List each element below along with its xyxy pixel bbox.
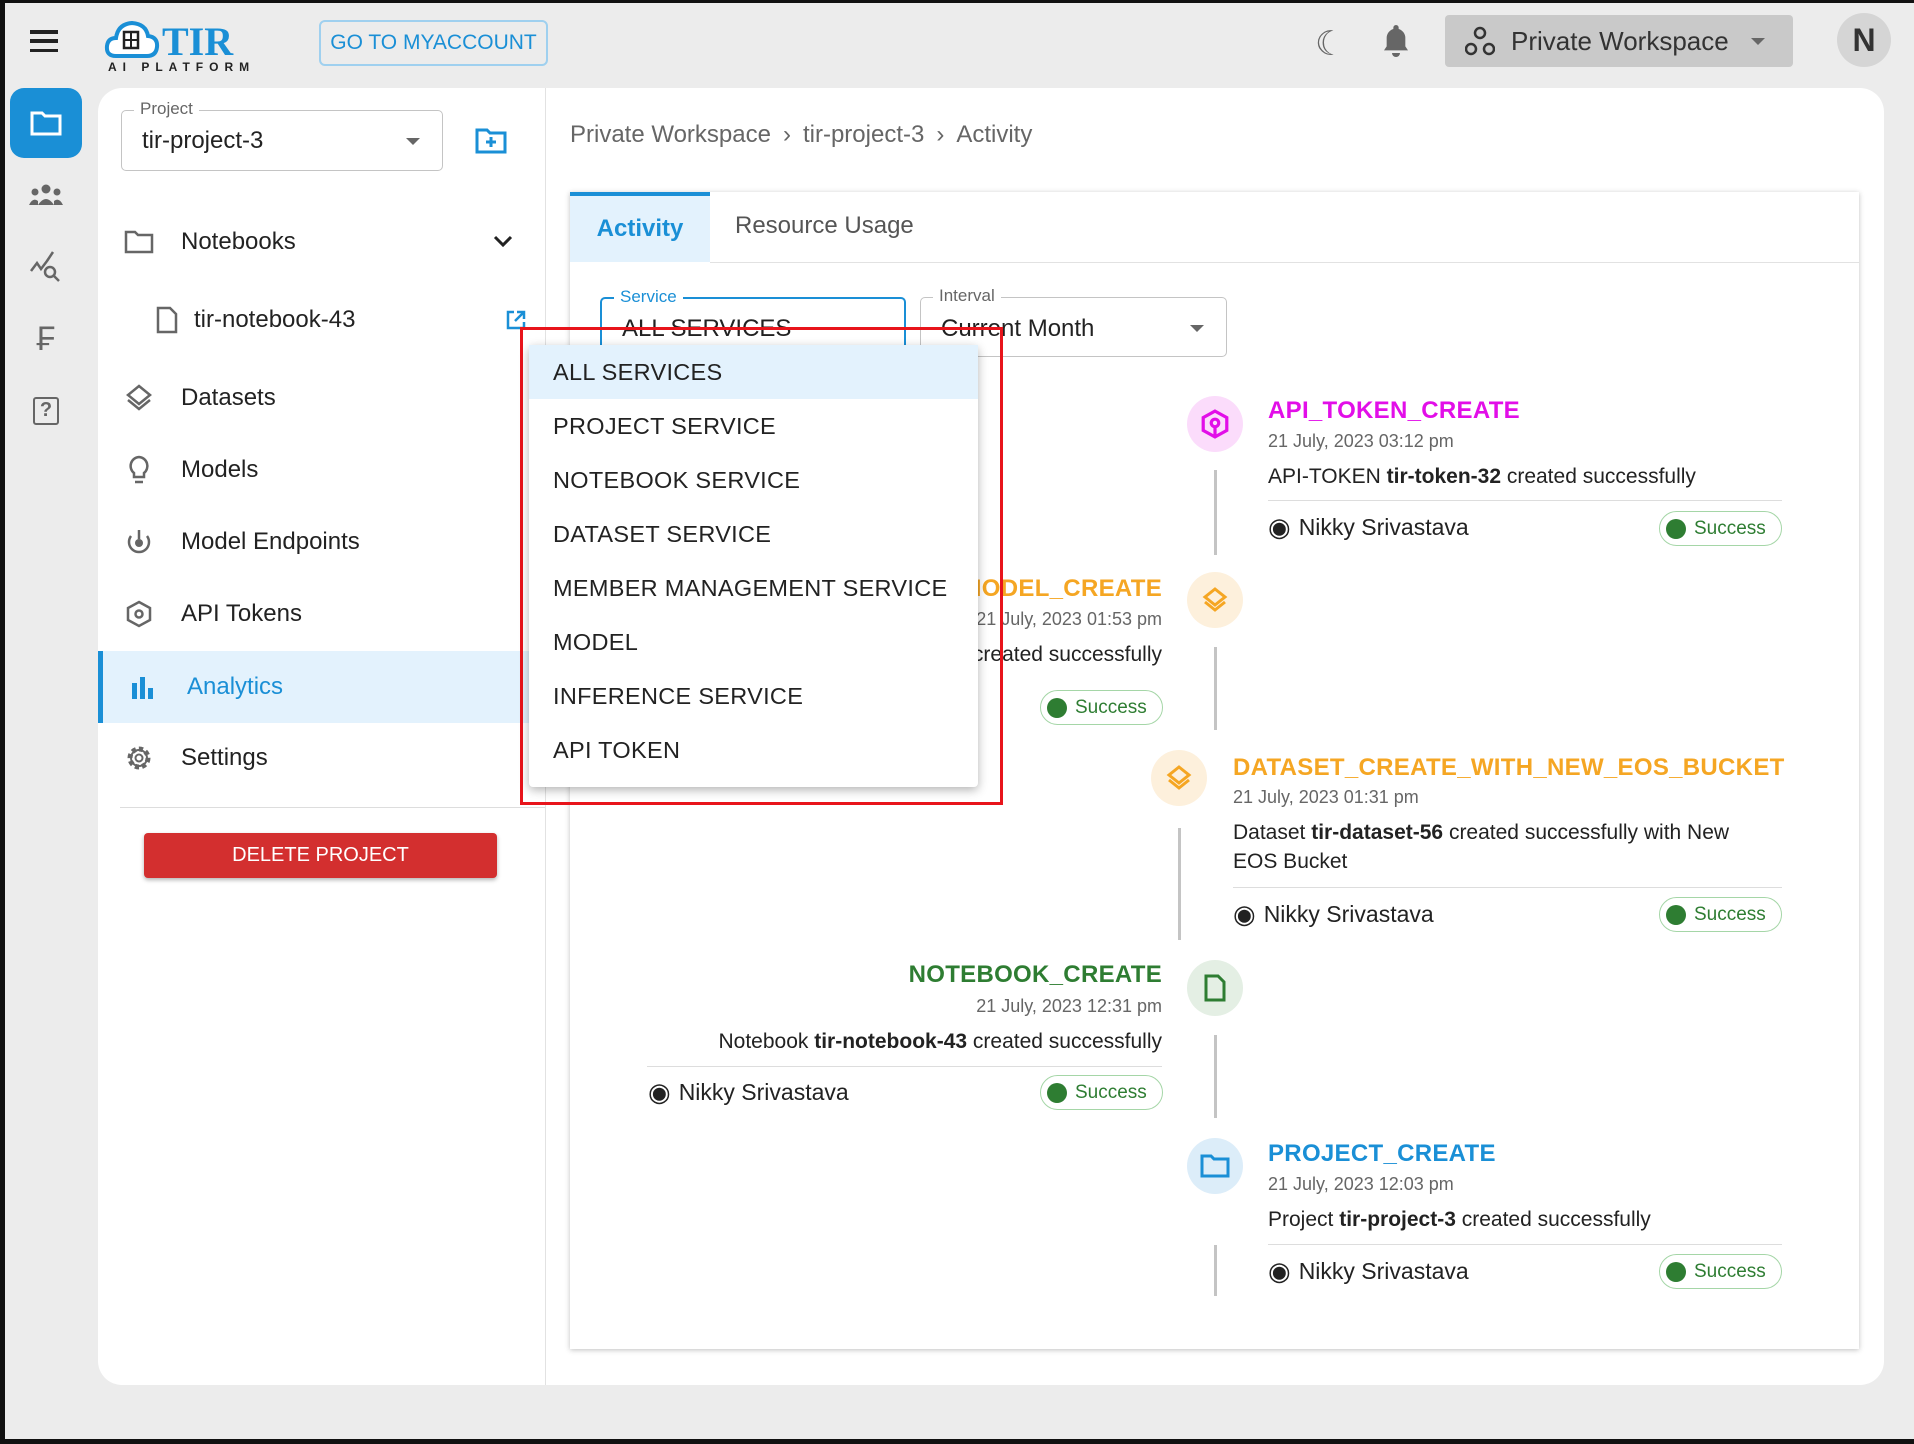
divider bbox=[1268, 1244, 1782, 1245]
activity-title: PROJECT_CREATE bbox=[1268, 1140, 1496, 1167]
sidebar-item-datasets[interactable]: Datasets bbox=[98, 362, 546, 434]
breadcrumb: Private Workspace › tir-project-3 › Activi… bbox=[570, 121, 1033, 149]
notebook-file-icon bbox=[1187, 960, 1243, 1016]
workspace-selector[interactable]: Private Workspace bbox=[1445, 15, 1793, 67]
api-token-cube-icon bbox=[1187, 396, 1243, 452]
dropdown-caret-icon bbox=[1190, 325, 1204, 332]
layers-icon bbox=[124, 383, 154, 413]
timeline-line bbox=[1214, 1035, 1217, 1118]
hamburger-menu-icon[interactable] bbox=[30, 30, 58, 52]
activity-user: ◉ Nikky Srivastava bbox=[648, 1077, 849, 1107]
activity-title: NOTEBOOK_CREATE bbox=[908, 961, 1162, 988]
activity-date: 21 July, 2023 01:53 pm bbox=[976, 609, 1162, 629]
user-circle-icon: ◉ bbox=[1268, 512, 1291, 542]
tab-resource-usage[interactable]: Resource Usage bbox=[735, 212, 914, 240]
bulb-icon bbox=[124, 455, 154, 485]
dataset-layers-icon bbox=[1151, 750, 1207, 806]
cube-icon bbox=[124, 599, 154, 629]
delete-project-button[interactable]: DELETE PROJECT bbox=[144, 833, 497, 878]
activity-description: Notebook tir-notebook-43 created success… bbox=[718, 1030, 1163, 1053]
menu-item-all-services[interactable]: ALL SERVICES bbox=[529, 345, 978, 399]
logo: TIR AI PLATFORM bbox=[104, 18, 254, 74]
activity-date: 21 July, 2023 03:12 pm bbox=[1268, 431, 1454, 451]
menu-item-dataset-service[interactable]: DATASET SERVICE bbox=[529, 507, 978, 561]
team-icon bbox=[29, 184, 63, 205]
project-folder-icon bbox=[1187, 1138, 1243, 1194]
chevron-down-icon[interactable] bbox=[493, 235, 513, 249]
user-circle-icon: ◉ bbox=[648, 1077, 671, 1107]
add-folder-icon[interactable] bbox=[475, 127, 507, 155]
sidebar-divider bbox=[120, 807, 545, 808]
bar-chart-icon bbox=[128, 672, 158, 702]
dropdown-caret-icon bbox=[406, 138, 420, 145]
notifications-bell-icon[interactable] bbox=[1380, 22, 1412, 60]
sidebar-item-api-tokens[interactable]: API Tokens bbox=[98, 578, 546, 650]
timeline-line bbox=[1214, 470, 1217, 555]
chevron-down-icon bbox=[1750, 37, 1765, 45]
breadcrumb-item[interactable]: Private Workspace bbox=[570, 121, 771, 149]
user-circle-icon: ◉ bbox=[1268, 1256, 1291, 1286]
menu-item-project-service[interactable]: PROJECT SERVICE bbox=[529, 399, 978, 453]
activity-user: ◉ Nikky Srivastava bbox=[1233, 899, 1434, 929]
user-circle-icon: ◉ bbox=[1233, 899, 1256, 929]
file-icon bbox=[152, 305, 182, 335]
activity-user: ◉ Nikky Srivastava bbox=[1268, 1256, 1469, 1286]
timeline-line bbox=[1214, 1245, 1217, 1296]
timeline-line bbox=[1178, 828, 1181, 940]
timeline-line bbox=[1214, 647, 1217, 730]
status-badge: Success bbox=[1040, 1075, 1163, 1110]
divider bbox=[647, 1066, 1162, 1067]
go-to-myaccount-button[interactable]: GO TO MYACCOUNT bbox=[319, 20, 548, 66]
analytics-search-icon bbox=[30, 251, 60, 282]
model-layers-icon bbox=[1187, 572, 1243, 628]
cloud-logo-icon bbox=[104, 20, 160, 58]
help-icon: ? bbox=[33, 397, 59, 425]
status-badge: Success bbox=[1659, 897, 1782, 932]
divider bbox=[1268, 500, 1782, 501]
status-badge: Success bbox=[1659, 1254, 1782, 1289]
sidebar-item-settings[interactable]: Settings bbox=[98, 722, 546, 794]
activity-title: DATASET_CREATE_WITH_NEW_EOS_BUCKET bbox=[1233, 754, 1785, 781]
rail-analytics-button[interactable] bbox=[10, 232, 82, 302]
sidebar-item-models[interactable]: Models bbox=[98, 434, 546, 506]
avatar[interactable]: N bbox=[1837, 13, 1891, 67]
sidebar-item-analytics[interactable]: Analytics bbox=[98, 651, 546, 723]
rail-billing-button[interactable]: ₣ bbox=[10, 304, 82, 374]
rail-projects-button[interactable] bbox=[10, 88, 82, 158]
status-badge: Success bbox=[1659, 511, 1782, 546]
endpoint-icon bbox=[124, 527, 154, 557]
menu-item-notebook-service[interactable]: NOTEBOOK SERVICE bbox=[529, 453, 978, 507]
tab-activity[interactable]: Activity bbox=[570, 192, 710, 262]
sidebar-item-notebooks[interactable]: Notebooks bbox=[98, 206, 546, 278]
folder-icon bbox=[30, 111, 62, 136]
workspace-nodes-icon bbox=[1465, 26, 1495, 56]
menu-item-inference-service[interactable]: INFERENCE SERVICE bbox=[529, 669, 978, 723]
activity-title: API_TOKEN_CREATE bbox=[1268, 397, 1520, 424]
menu-item-model[interactable]: MODEL bbox=[529, 615, 978, 669]
divider bbox=[1233, 887, 1782, 888]
activity-description: Dataset tir-dataset-56 created successfu… bbox=[1233, 821, 1730, 873]
gear-icon bbox=[124, 743, 154, 773]
folder-icon bbox=[124, 227, 154, 257]
sidebar-item-model-endpoints[interactable]: Model Endpoints bbox=[98, 506, 546, 578]
breadcrumb-item[interactable]: tir-project-3 bbox=[803, 121, 924, 149]
activity-date: 21 July, 2023 12:03 pm bbox=[1268, 1174, 1454, 1194]
activity-date: 21 July, 2023 01:31 pm bbox=[1233, 787, 1419, 807]
tab-divider bbox=[710, 262, 1859, 263]
activity-description: Project tir-project-3 created successful… bbox=[1268, 1208, 1651, 1231]
status-badge: Success bbox=[1040, 690, 1163, 725]
project-select[interactable]: Project tir-project-3 bbox=[121, 99, 443, 171]
menu-item-member-management-service[interactable]: MEMBER MANAGEMENT SERVICE bbox=[529, 561, 978, 615]
activity-date: 21 July, 2023 12:31 pm bbox=[976, 996, 1162, 1016]
menu-item-api-token[interactable]: API TOKEN bbox=[529, 723, 978, 777]
dark-mode-moon-icon[interactable]: ☾ bbox=[1315, 24, 1345, 64]
sidebar-item-tir-notebook-43[interactable]: tir-notebook-43 bbox=[98, 284, 546, 356]
rail-help-button[interactable]: ? bbox=[10, 376, 82, 446]
activity-user: ◉ Nikky Srivastava bbox=[1268, 512, 1469, 542]
activity-description: API-TOKEN tir-token-32 created successfu… bbox=[1268, 465, 1696, 488]
rail-team-button[interactable] bbox=[10, 160, 82, 230]
service-dropdown-menu: ALL SERVICES PROJECT SERVICE NOTEBOOK SE… bbox=[529, 345, 978, 787]
breadcrumb-item: Activity bbox=[956, 121, 1033, 148]
currency-icon: ₣ bbox=[36, 319, 56, 358]
